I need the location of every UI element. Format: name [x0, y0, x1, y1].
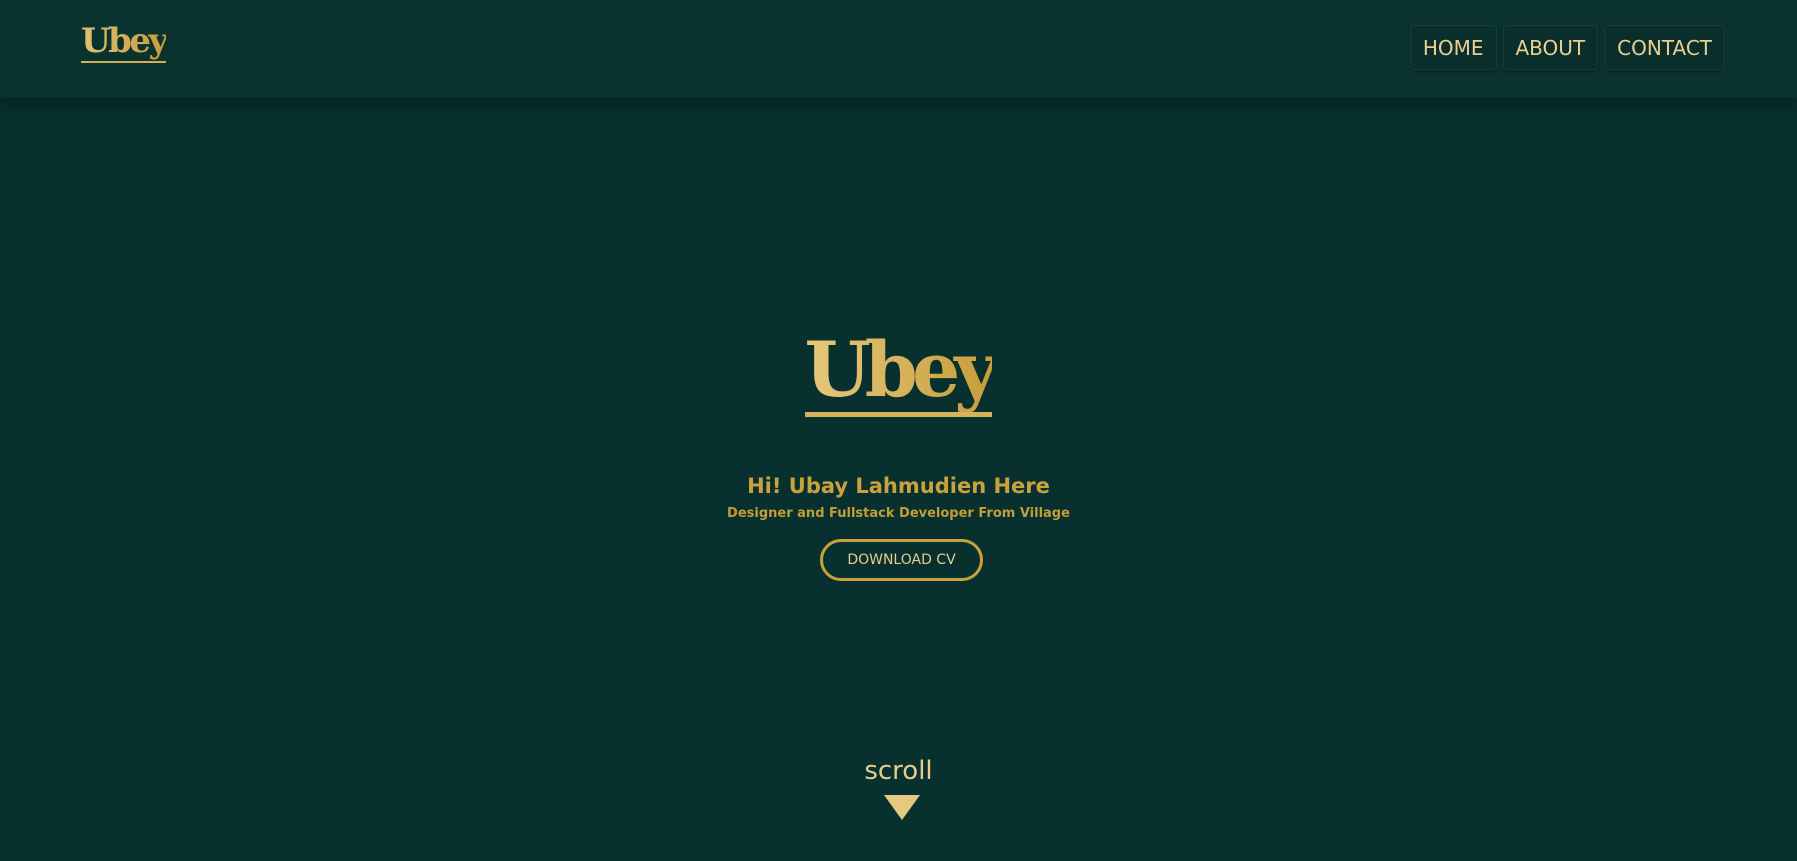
page: Ubey HOME ABOUT CONTACT Ubey Hi! Ubay La…	[0, 0, 1797, 861]
scroll-label: scroll	[864, 756, 933, 786]
hero-logo: Ubey	[804, 332, 998, 417]
download-cv-button[interactable]: DOWNLOAD CV	[820, 539, 983, 581]
navbar: Ubey HOME ABOUT CONTACT	[0, 0, 1797, 98]
hero-subline: Designer and Fullstack Developer From Vi…	[727, 506, 1070, 521]
nav-link-contact[interactable]: CONTACT	[1604, 25, 1725, 70]
nav-link-home[interactable]: HOME	[1409, 25, 1497, 70]
nav-logo[interactable]: Ubey	[81, 24, 168, 63]
hero-headline: Hi! Ubay Lahmudien Here	[747, 474, 1050, 498]
nav-link-about[interactable]: ABOUT	[1502, 25, 1599, 70]
triangle-down-icon[interactable]	[884, 795, 920, 820]
nav-links: HOME ABOUT CONTACT	[1409, 25, 1725, 70]
